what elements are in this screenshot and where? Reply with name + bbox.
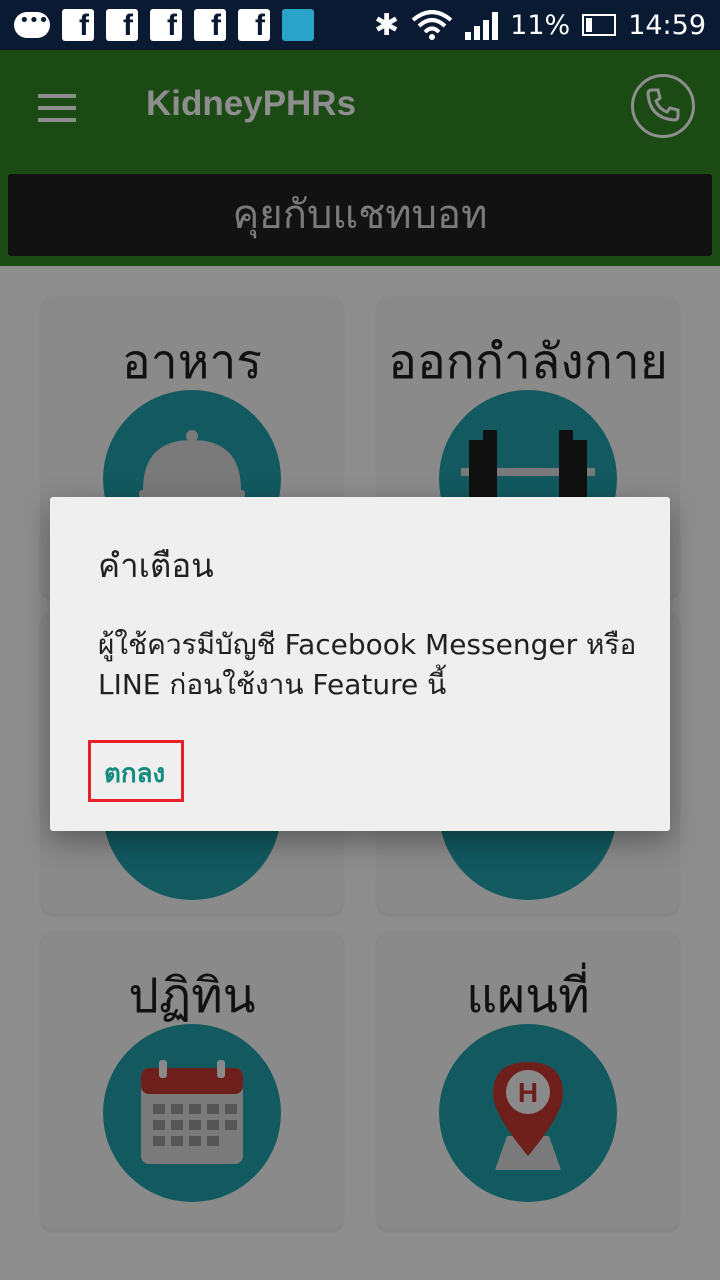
- warning-dialog: คำเตือน ผู้ใช้ควรมีบัญชี Facebook Messen…: [50, 497, 670, 831]
- ok-button[interactable]: ตกลง: [104, 753, 165, 794]
- dialog-title: คำเตือน: [98, 546, 214, 585]
- dialog-message: ผู้ใช้ควรมีบัญชี Facebook Messenger หรือ…: [98, 628, 637, 701]
